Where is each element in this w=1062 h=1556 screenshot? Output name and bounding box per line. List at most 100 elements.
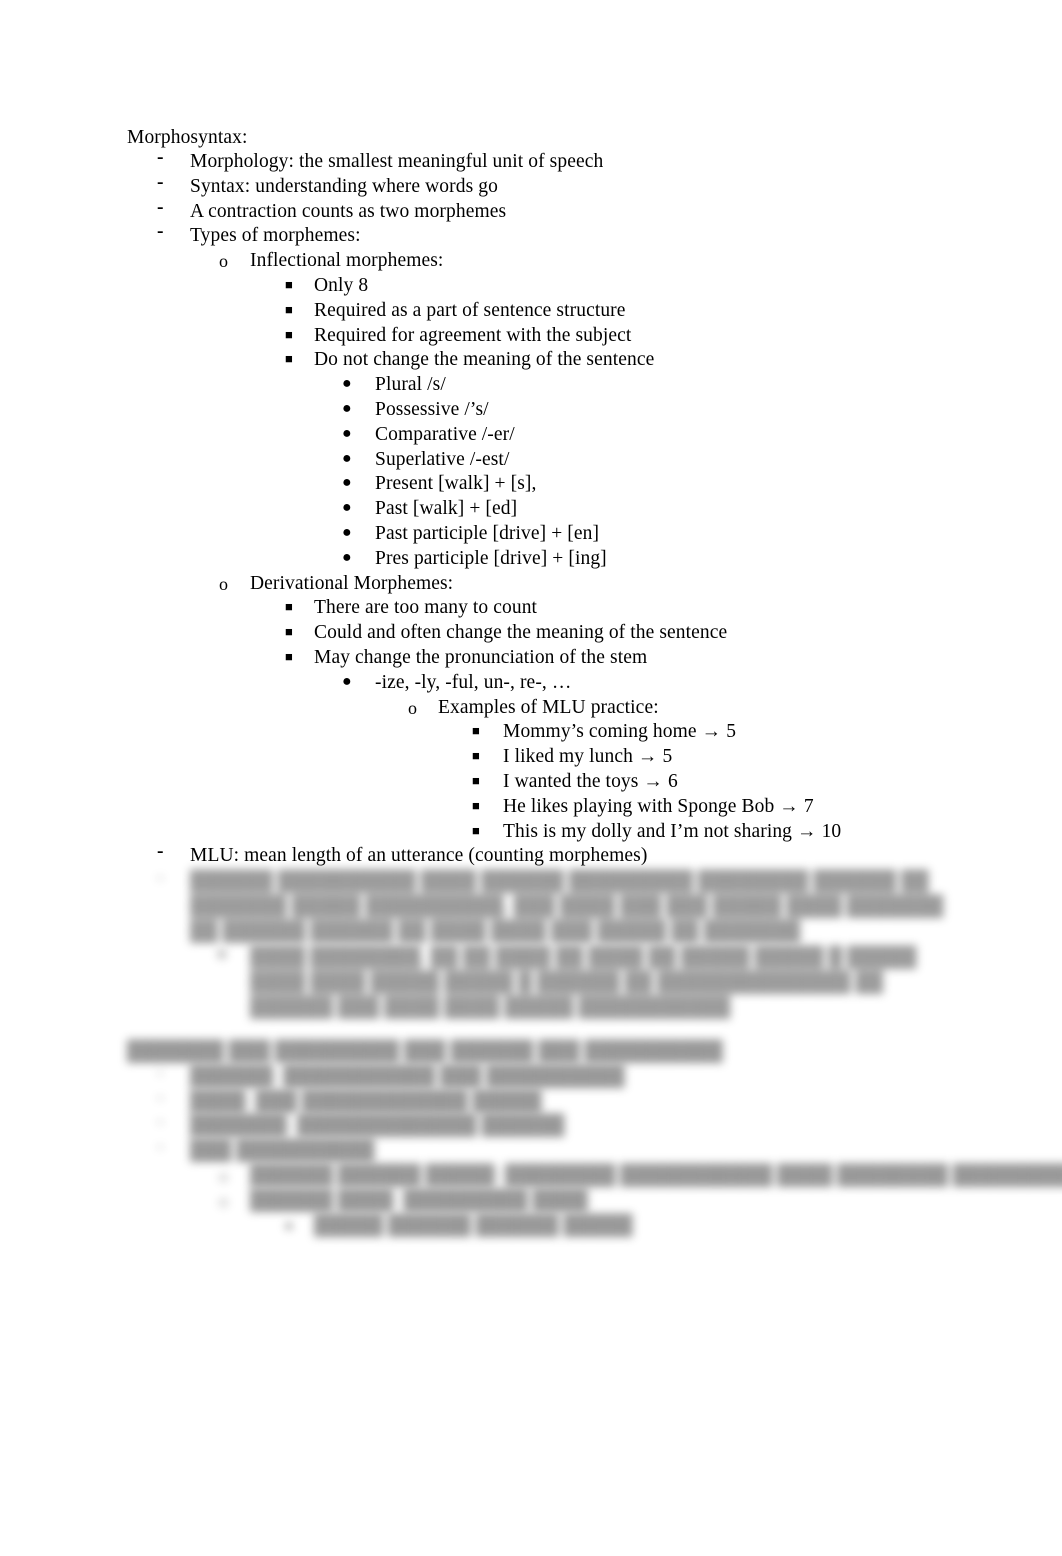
outline-item-text: This is my dolly and I’m not sharing → 1… [503, 820, 842, 842]
filled-square-bullet-icon: ■ [285, 1217, 293, 1233]
hollow-circle-bullet-icon: o [219, 573, 229, 594]
document-page: Morphosyntax: - Morphology: the smallest … [0, 0, 1062, 1556]
filled-circle-bullet-icon: ● [342, 672, 352, 690]
filled-square-bullet-icon: ■ [472, 822, 480, 838]
hollow-circle-bullet-icon: o [219, 1165, 228, 1186]
outline-item-level-3: ■ Required as a part of sentence structur… [0, 299, 841, 324]
redacted-region-upper: - ██████ ██████████ ████ ██████ ████████… [0, 867, 1062, 1021]
outline-item-text: Only 8 [314, 274, 369, 296]
outline-item-level-4: ● Pres participle [drive] + [ing] [0, 547, 841, 572]
outline-item-text: Types of morphemes: [190, 225, 361, 247]
outline-item-level-4: ● Possessive /’s/ [0, 398, 841, 423]
outline-item-text: Required for agreement with the subject [314, 324, 632, 346]
outline-item-level-6: ■ This is my dolly and I’m not sharing → … [0, 820, 841, 845]
redacted-line: ■ █████ ██████ ██████ █████ [0, 1214, 1062, 1239]
filled-square-bullet-icon: ■ [285, 599, 293, 615]
outline-item-text: Superlative /-est/ [375, 448, 510, 470]
redacted-paragraph: o ████ ████████, ██ ██ ████ ██ ████ ██ █… [217, 943, 950, 1020]
outline-item-text: Comparative /-er/ [375, 423, 515, 445]
filled-circle-bullet-icon: ● [342, 474, 352, 492]
dash-bullet-icon: - [157, 1061, 164, 1083]
outline-item-text: He likes playing with Sponge Bob → 7 [503, 795, 814, 817]
filled-circle-bullet-icon: ● [342, 449, 352, 467]
outline-item-text: Morphology: the smallest meaningful unit… [190, 151, 604, 172]
outline-item-text: Possessive /’s/ [375, 398, 489, 420]
filled-square-bullet-icon: ■ [285, 648, 293, 664]
redacted-text: ██████: ███████████ ███ ██████████ [190, 1065, 625, 1087]
outline-item-level-5: o Examples of MLU practice: [0, 696, 841, 721]
filled-square-bullet-icon: ■ [285, 326, 293, 342]
outline-item-level-3: ■ Only 8 [0, 274, 841, 299]
dash-bullet-icon: - [157, 147, 164, 168]
redacted-line: o ██████ ████: █████████ ████ [0, 1189, 1062, 1214]
redacted-text: ████ ████ ███ █████ ██ ███████ [430, 920, 801, 942]
filled-square-bullet-icon: ■ [472, 797, 480, 813]
outline-item-level-3: ■ Required for agreement with the subject [0, 324, 841, 349]
page-title-text: Morphosyntax: [127, 127, 248, 148]
outline-item-level-1: - Morphology: the smallest meaningful uni… [0, 147, 841, 175]
filled-square-bullet-icon: ■ [472, 772, 480, 788]
outline-item-text: Mommy’s coming home → 5 [503, 721, 737, 743]
outline-item-level-3: ■ May change the pronunciation of the ste… [0, 646, 841, 671]
hollow-circle-bullet-icon: o [219, 251, 229, 272]
outline-item-text: Past [walk] + [ed] [375, 498, 518, 520]
dash-bullet-icon: - [157, 867, 164, 888]
outline-item-level-3: ■ Do not change the meaning of the senten… [0, 348, 841, 373]
outline-item-level-6: ■ I liked my lunch → 5 [0, 745, 841, 770]
outline-item-level-4: ● Comparative /-er/ [0, 423, 841, 448]
hollow-circle-bullet-icon: o [219, 1190, 228, 1211]
outline-item-level-1: - A contraction counts as two morphemes [0, 197, 841, 225]
outline-item-level-4: ● Past [walk] + [ed] [0, 497, 841, 522]
dash-bullet-icon: - [157, 171, 164, 193]
filled-circle-bullet-icon: ● [342, 548, 352, 566]
outline-item-level-2: o Derivational Morphemes: [0, 572, 841, 597]
filled-square-bullet-icon: ■ [285, 276, 293, 292]
dash-bullet-icon: - [157, 1136, 164, 1158]
redacted-text: ██████ ████: █████████ ████ [250, 1189, 588, 1211]
filled-square-bullet-icon: ■ [285, 351, 293, 367]
outline-item-level-4: ● -ize, -ly, -ful, un-, re-, … [0, 671, 841, 696]
hollow-circle-bullet-icon: o [408, 697, 418, 718]
outline-item-level-1: - MLU: mean length of an utterance (count… [0, 841, 841, 869]
filled-square-bullet-icon: ■ [285, 301, 293, 317]
outline-item-level-1: - Syntax: understanding where words go [0, 172, 841, 200]
outline-item-text: -ize, -ly, -ful, un-, re-, … [375, 671, 572, 693]
outline-item-text: Plural /s/ [375, 374, 446, 396]
outline-item-level-4: ● Superlative /-est/ [0, 448, 841, 473]
dash-bullet-icon: - [157, 196, 164, 218]
outline-item-text: I liked my lunch → 5 [503, 746, 673, 768]
dash-bullet-icon: - [157, 1086, 164, 1108]
outline-list: - Morphology: the smallest meaningful uni… [0, 147, 841, 869]
outline-item-text: A contraction counts as two morphemes [190, 200, 507, 222]
hollow-circle-bullet-icon: o [217, 943, 227, 965]
filled-circle-bullet-icon: ● [342, 523, 352, 541]
redacted-text: ███████: █████████████ ██████ [190, 1115, 565, 1137]
outline-item-text: Present [walk] + [s], [375, 473, 537, 495]
filled-circle-bullet-icon: ● [342, 399, 352, 417]
outline-item-level-4: ● Present [walk] + [s], [0, 472, 841, 497]
outline-item-text: Inflectional morphemes: [250, 250, 444, 272]
redacted-line: - ███ ██████████ [0, 1136, 1062, 1164]
page-title: Morphosyntax: [0, 126, 247, 151]
outline-item-level-6: ■ Mommy’s coming home → 5 [0, 720, 841, 745]
outline-item-level-6: ■ He likes playing with Sponge Bob → 7 [0, 795, 841, 820]
outline-item-level-6: ■ I wanted the toys → 6 [0, 770, 841, 795]
outline-item-level-4: ● Plural /s/ [0, 373, 841, 398]
outline-item-level-4: ● Past participle [drive] + [en] [0, 522, 841, 547]
outline-item-text: Syntax: understanding where words go [190, 175, 498, 197]
outline-item-level-3: ■ There are too many to count [0, 596, 841, 621]
dash-bullet-icon: - [157, 1111, 164, 1133]
outline-item-text: May change the pronunciation of the stem [314, 646, 648, 668]
outline-item-level-2: o Inflectional morphemes: [0, 249, 841, 274]
redacted-text: ████: ███ ████████████ █████ [190, 1090, 542, 1112]
outline-item-text: I wanted the toys → 6 [503, 770, 678, 792]
redacted-text: ███████ ███ █████████ ███ ██████ ███ ███… [127, 1041, 723, 1062]
redacted-text: ███ ██████████ [190, 1140, 375, 1162]
outline-item-text: Pres participle [drive] + [ing] [375, 547, 607, 569]
outline-item-level-3: ■ Could and often change the meaning of t… [0, 621, 841, 646]
outline-item-text: Do not change the meaning of the sentenc… [314, 349, 655, 371]
outline-item-text: Past participle [drive] + [en] [375, 522, 600, 544]
dash-bullet-icon: - [157, 841, 164, 863]
filled-square-bullet-icon: ■ [472, 723, 480, 739]
outline-item-text: There are too many to count [314, 597, 538, 619]
